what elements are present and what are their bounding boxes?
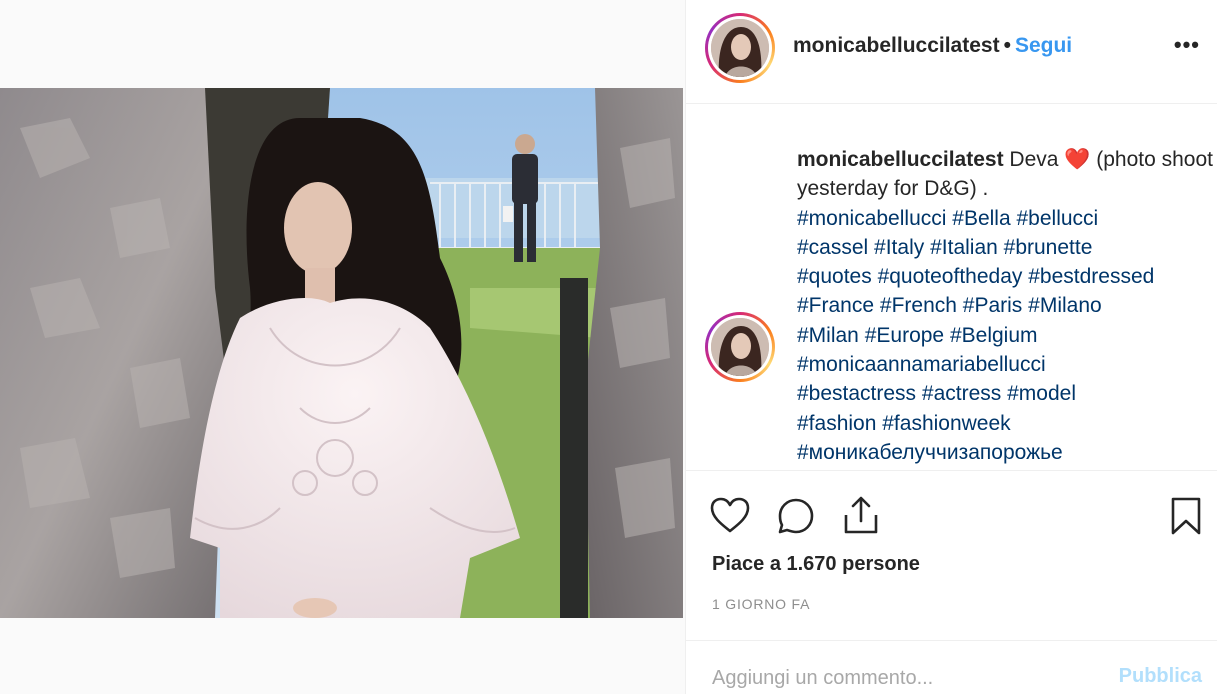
comment-icon[interactable] (777, 497, 815, 540)
hashtags-line-8: #fashion #fashionweek (797, 412, 1011, 435)
hashtags-line-6: #monicaannamariabellucci (797, 353, 1046, 376)
comment-bar: Pubblica (686, 640, 1217, 694)
post-caption: monicabelluccilatest Deva ❤️ (photo shoo… (797, 145, 1217, 470)
publish-button[interactable]: Pubblica (1119, 665, 1202, 688)
hashtag-link[interactable]: #моникабелуччизапорожье (797, 441, 1063, 464)
header-username[interactable]: monicabelluccilatest (793, 34, 1000, 57)
share-icon[interactable] (843, 495, 879, 540)
hashtag-link[interactable]: #monicaannamariabellucci (797, 353, 1046, 376)
hashtag-link[interactable]: #bestdressed (1028, 265, 1154, 288)
likes-count[interactable]: Piace a 1.670 persone (712, 553, 920, 576)
hashtag-link[interactable]: #bellucci (1017, 207, 1099, 230)
bookmark-icon[interactable] (1170, 496, 1202, 541)
hashtag-link[interactable]: #Paris (963, 294, 1023, 317)
hashtag-link[interactable]: #quotes (797, 265, 872, 288)
hashtag-link[interactable]: #fashionweek (882, 412, 1010, 435)
hashtag-link[interactable]: #monicabellucci (797, 207, 946, 230)
header-avatar[interactable] (705, 13, 775, 83)
hashtag-link[interactable]: #Italian (930, 236, 998, 259)
media-pane (0, 0, 685, 694)
post-header: monicabelluccilatest • Segui ••• (686, 0, 1217, 104)
hashtags-line-5: #Milan #Europe #Belgium (797, 324, 1038, 347)
more-options-icon[interactable]: ••• (1174, 32, 1200, 58)
hashtags-line-4: #France #French #Paris #Milano (797, 294, 1102, 317)
header-user-line: monicabelluccilatest • Segui (793, 34, 1072, 58)
hashtag-link[interactable]: #fashion (797, 412, 876, 435)
hashtags-line-1: #monicabellucci #Bella #bellucci (797, 207, 1098, 230)
hashtags-line-7: #bestactress #actress #model (797, 382, 1076, 405)
caption-username[interactable]: monicabelluccilatest (797, 148, 1004, 171)
post-timestamp: 1 GIORNO FA (712, 596, 811, 612)
hashtag-link[interactable]: #Milano (1028, 294, 1102, 317)
hashtag-link[interactable]: #Europe (865, 324, 944, 347)
hashtag-link[interactable]: #French (880, 294, 957, 317)
hashtag-link[interactable]: #cassel (797, 236, 868, 259)
hashtag-link[interactable]: #model (1007, 382, 1076, 405)
hashtag-link[interactable]: #brunette (1004, 236, 1093, 259)
hashtag-link[interactable]: #Italy (874, 236, 924, 259)
follow-button[interactable]: Segui (1015, 34, 1072, 57)
comment-input[interactable] (712, 663, 1082, 693)
hashtag-link[interactable]: #bestactress (797, 382, 916, 405)
hashtags-line-3: #quotes #quoteoftheday #bestdressed (797, 265, 1154, 288)
hashtag-link[interactable]: #Bella (952, 207, 1010, 230)
heart-icon[interactable] (710, 497, 750, 538)
header-dot: • (1003, 34, 1011, 57)
post-photo[interactable] (0, 88, 683, 618)
comments-area: monicabelluccilatest Deva ❤️ (photo shoo… (686, 105, 1217, 470)
hashtag-link[interactable]: #actress (922, 382, 1001, 405)
hashtag-link[interactable]: #France (797, 294, 874, 317)
post-side-panel: monicabelluccilatest • Segui ••• monicabel… (685, 0, 1217, 694)
hashtags-line-9: #моникабелуччизапорожье (797, 441, 1063, 464)
hashtags-line-2: #cassel #Italy #Italian #brunette (797, 236, 1092, 259)
caption-avatar[interactable] (705, 312, 775, 382)
hashtag-link[interactable]: #quoteoftheday (878, 265, 1023, 288)
hashtag-link[interactable]: #Belgium (950, 324, 1038, 347)
hashtag-link[interactable]: #Milan (797, 324, 859, 347)
